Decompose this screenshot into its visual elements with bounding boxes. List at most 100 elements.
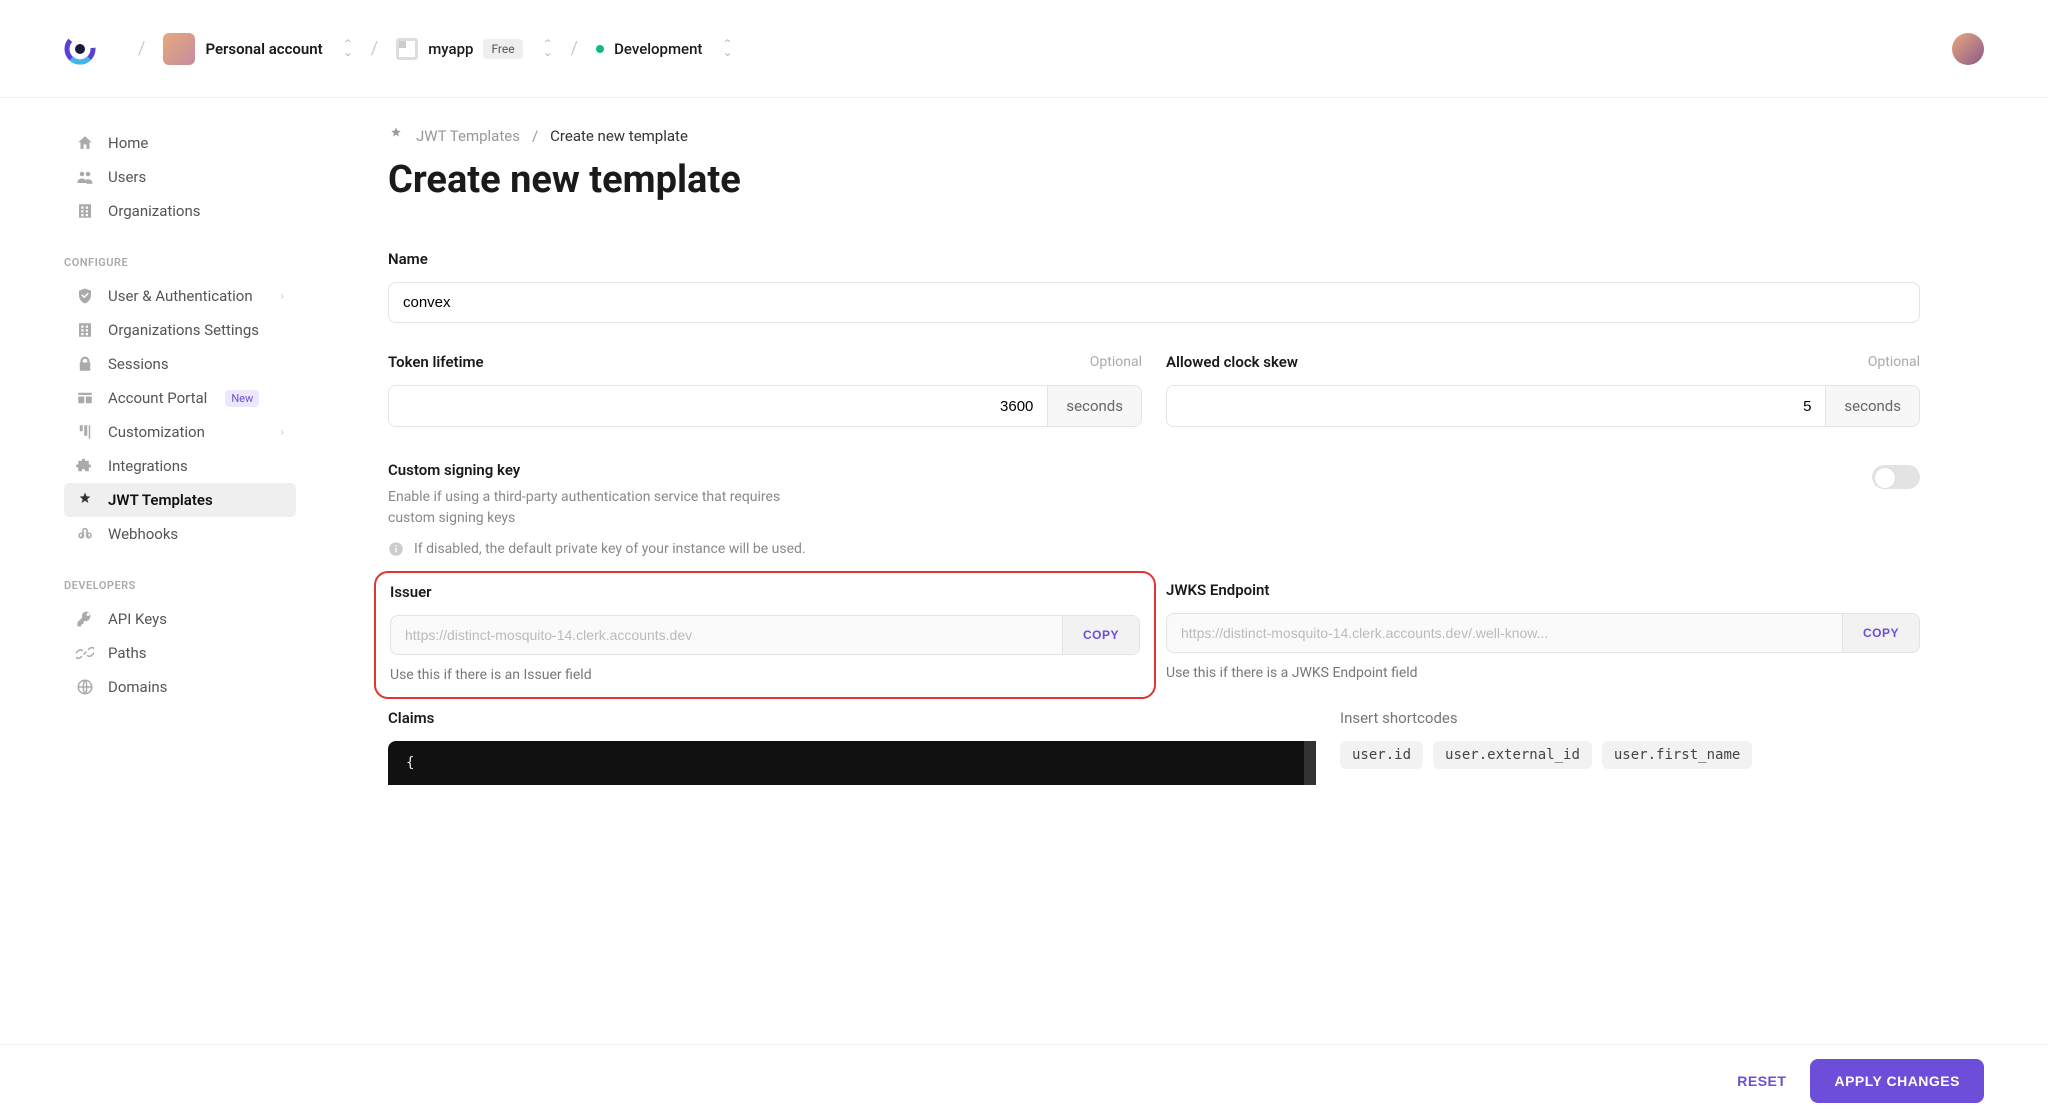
shortcodes-label: Insert shortcodes [1340,709,1920,727]
chevron-right-icon: › [280,289,284,303]
sidebar-heading-developers: DEVELOPERS [64,579,296,592]
name-input-wrap [388,282,1920,323]
token-lifetime-input[interactable] [389,386,1047,426]
lock-icon [76,355,94,373]
sidebar-item-account-portal[interactable]: Account Portal New [64,381,296,415]
custom-signing-key-label: Custom signing key [388,461,1832,479]
apply-changes-button[interactable]: APPLY CHANGES [1810,1059,1984,1103]
sidebar-item-label: Integrations [108,457,188,475]
jwt-icon [76,491,94,509]
issuer-hint: Use this if there is an Issuer field [390,667,1140,683]
jwks-input[interactable] [1167,614,1842,652]
chevron-right-icon: › [280,425,284,439]
name-label: Name [388,250,1920,268]
logo-icon[interactable] [64,33,96,65]
token-unit: seconds [1047,386,1141,426]
sidebar-item-label: Organizations Settings [108,321,259,339]
sidebar-item-organizations-settings[interactable]: Organizations Settings [64,313,296,347]
clock-skew-input[interactable] [1167,386,1825,426]
sidebar-item-home[interactable]: Home [64,126,296,160]
user-avatar[interactable] [1952,33,1984,65]
workspace-switcher[interactable]: Personal account ⌃⌄ [163,33,352,65]
sidebar-item-label: Account Portal [108,389,207,407]
portal-icon [76,389,94,407]
env-label: Development [614,40,702,58]
palette-icon [76,423,94,441]
sidebar-item-label: User & Authentication [108,287,253,305]
app-switcher[interactable]: myapp Free ⌃⌄ [396,38,552,60]
sidebar-item-customization[interactable]: Customization › [64,415,296,449]
sidebar-item-label: Webhooks [108,525,178,543]
puzzle-icon [76,457,94,475]
globe-icon [76,678,94,696]
env-switcher[interactable]: Development ⌃⌄ [596,40,732,58]
chevron-updown-icon: ⌃⌄ [343,41,353,55]
jwt-icon [388,126,404,146]
sidebar-item-paths[interactable]: Paths [64,636,296,670]
shortcode-chip[interactable]: user.first_name [1602,741,1752,769]
sidebar-item-label: Organizations [108,202,201,220]
custom-signing-key-desc: Enable if using a third-party authentica… [388,487,808,529]
tier-badge: Free [483,39,522,59]
issuer-label: Issuer [390,583,1140,601]
page-title: Create new template [388,158,1920,202]
webhooks-icon [76,525,94,543]
skew-unit: seconds [1825,386,1919,426]
users-icon [76,168,94,186]
sidebar-item-api-keys[interactable]: API Keys [64,602,296,636]
issuer-highlight: Issuer COPY Use this if there is an Issu… [374,571,1156,699]
app-label: myapp [428,40,473,58]
org-icon [76,202,94,220]
breadcrumb-current: Create new template [550,127,688,145]
link-icon [76,644,94,662]
sidebar-item-webhooks[interactable]: Webhooks [64,517,296,551]
custom-signing-key-info: If disabled, the default private key of … [388,541,1832,557]
breadcrumb: JWT Templates / Create new template [388,126,1920,146]
sidebar-item-organizations[interactable]: Organizations [64,194,296,228]
app-icon [396,38,418,60]
status-dot-icon [596,45,604,53]
sidebar-item-label: Home [108,134,148,152]
issuer-copy-button[interactable]: COPY [1062,616,1139,654]
sidebar-item-label: Customization [108,423,205,441]
sidebar-item-label: Users [108,168,146,186]
sidebar-item-label: Sessions [108,355,169,373]
home-icon [76,134,94,152]
sidebar-item-label: Paths [108,644,146,662]
sidebar-item-label: JWT Templates [108,491,213,509]
issuer-input[interactable] [391,616,1062,654]
sidebar-item-jwt-templates[interactable]: JWT Templates [64,483,296,517]
reset-button[interactable]: RESET [1737,1073,1786,1089]
breadcrumb-parent[interactable]: JWT Templates [416,127,520,145]
name-input[interactable] [403,294,1905,311]
topbar: / Personal account ⌃⌄ / myapp Free ⌃⌄ / … [0,0,2048,98]
org-icon [76,321,94,339]
jwks-hint: Use this if there is a JWKS Endpoint fie… [1166,665,1920,681]
new-badge: New [225,390,259,407]
sidebar-item-domains[interactable]: Domains [64,670,296,704]
claims-editor[interactable]: { [388,741,1316,785]
info-icon [388,541,404,557]
token-lifetime-label: Token lifetimeOptional [388,353,1142,371]
shortcode-chip[interactable]: user.id [1340,741,1423,769]
footer-bar: RESET APPLY CHANGES [0,1044,2048,1116]
key-icon [76,610,94,628]
sidebar-heading-configure: CONFIGURE [64,256,296,269]
jwks-copy-button[interactable]: COPY [1842,614,1919,652]
jwks-label: JWKS Endpoint [1166,581,1920,599]
clock-skew-label: Allowed clock skewOptional [1166,353,1920,371]
sidebar-item-sessions[interactable]: Sessions [64,347,296,381]
sidebar-item-integrations[interactable]: Integrations [64,449,296,483]
workspace-avatar [163,33,195,65]
custom-signing-key-toggle[interactable] [1872,465,1920,489]
shortcode-chip[interactable]: user.external_id [1433,741,1592,769]
sidebar-item-user-authentication[interactable]: User & Authentication › [64,279,296,313]
sidebar-item-label: API Keys [108,610,167,628]
claims-label: Claims [388,709,1316,727]
shield-icon [76,287,94,305]
chevron-updown-icon: ⌃⌄ [722,41,732,55]
workspace-label: Personal account [205,40,322,58]
sidebar-item-label: Domains [108,678,167,696]
sidebar-item-users[interactable]: Users [64,160,296,194]
sidebar: Home Users Organizations CONFIGURE User & … [0,98,320,1044]
